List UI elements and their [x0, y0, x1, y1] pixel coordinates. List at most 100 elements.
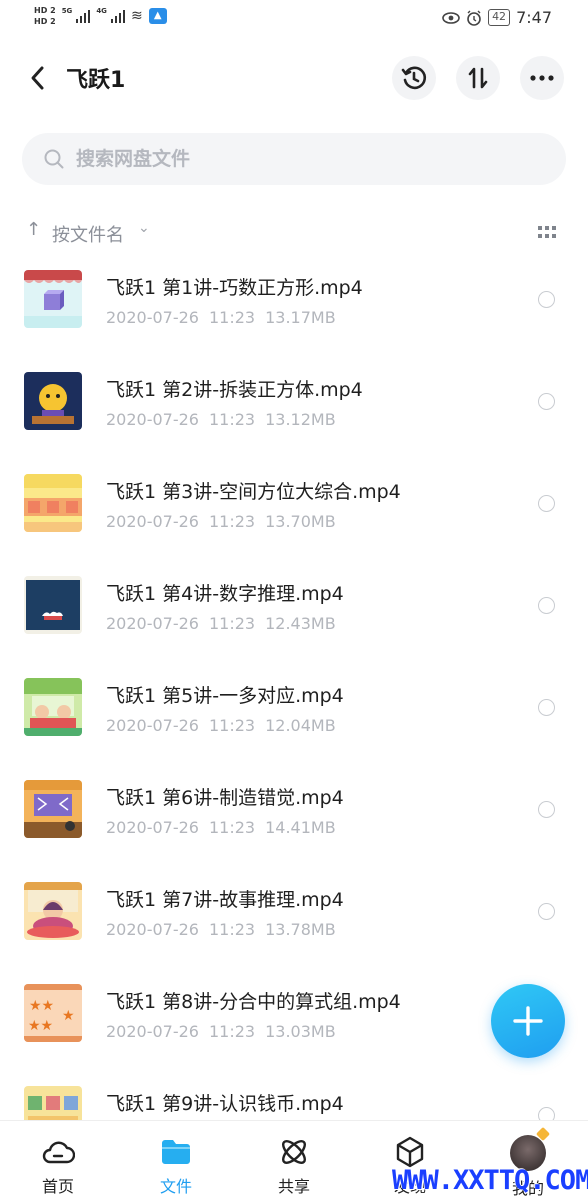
- file-time: 11:23: [208, 818, 256, 837]
- history-icon: [401, 66, 426, 90]
- file-list: 飞跃1 第1讲-巧数正方形.mp4 2020-07-26 11:23 13.17MB…: [0, 256, 588, 1120]
- video-thumbnail: [24, 270, 82, 328]
- watermark-text: WWW.XXTTQ.COM: [392, 1165, 588, 1196]
- file-row[interactable]: 飞跃1 第1讲-巧数正方形.mp4 2020-07-26 11:23 13.17MB: [0, 256, 588, 358]
- video-thumbnail: [24, 678, 82, 736]
- top-bar: 飞跃1: [0, 50, 588, 106]
- status-bar: HD 2 HD 2 5G 4G ≋ ▲ 42 7:47: [0, 0, 588, 36]
- network-5g-label: 5G: [61, 7, 73, 15]
- file-size: 13.03MB: [265, 1022, 336, 1041]
- video-thumbnail: ★★ ★★ ★: [24, 984, 82, 1042]
- file-size: 13.70MB: [265, 512, 336, 531]
- back-button[interactable]: [22, 60, 54, 96]
- video-thumbnail: [24, 882, 82, 940]
- file-time: 11:23: [208, 1022, 256, 1041]
- more-button[interactable]: [520, 56, 564, 100]
- file-name: 飞跃1 第4讲-数字推理.mp4: [106, 583, 344, 605]
- select-checkbox[interactable]: [538, 597, 555, 614]
- chevron-left-icon: [31, 66, 44, 90]
- file-date: 2020-07-26: [106, 920, 199, 939]
- select-checkbox[interactable]: [538, 801, 555, 818]
- arrow-up-icon: ↑: [26, 219, 42, 240]
- sort-by-filename[interactable]: 按文件名: [52, 221, 124, 247]
- sort-row: ↑ 按文件名 ⌄: [26, 218, 562, 246]
- svg-text:★★: ★★: [28, 1018, 53, 1034]
- folder-icon: [162, 1140, 190, 1164]
- file-size: 12.43MB: [265, 614, 336, 633]
- svg-text:★: ★: [62, 1008, 75, 1024]
- plus-icon: [513, 1006, 543, 1036]
- nav-files[interactable]: 文件: [136, 1135, 216, 1196]
- file-size: 14.41MB: [265, 818, 336, 837]
- file-row[interactable]: 飞跃1 第5讲-一多对应.mp4 2020-07-26 11:23 12.04MB: [0, 664, 588, 766]
- file-name: 飞跃1 第1讲-巧数正方形.mp4: [106, 277, 363, 299]
- file-size: 12.04MB: [265, 716, 336, 735]
- nav-share[interactable]: 共享: [254, 1135, 334, 1196]
- file-size: 13.17MB: [265, 308, 336, 327]
- select-checkbox[interactable]: [538, 291, 555, 308]
- atom-icon: [282, 1140, 306, 1164]
- cube-icon: [396, 1136, 424, 1168]
- wifi-icon: ≋: [130, 8, 143, 24]
- file-row[interactable]: 飞跃1 第2讲-拆装正方体.mp4 2020-07-26 11:23 13.12MB: [0, 358, 588, 460]
- search-bar[interactable]: [22, 133, 566, 185]
- video-thumbnail: [24, 780, 82, 838]
- file-name: 飞跃1 第8讲-分合中的算式组.mp4: [106, 991, 401, 1013]
- file-row[interactable]: 飞跃1 第7讲-故事推理.mp4 2020-07-26 11:23 13.78MB: [0, 868, 588, 970]
- file-date: 2020-07-26: [106, 1022, 199, 1041]
- nav-home[interactable]: 首页: [18, 1135, 98, 1196]
- video-thumbnail: [24, 474, 82, 532]
- status-right: 42 7:47: [442, 8, 552, 27]
- select-checkbox[interactable]: [538, 393, 555, 410]
- select-checkbox[interactable]: [538, 1107, 555, 1120]
- sort-button[interactable]: [456, 56, 500, 100]
- file-time: 11:23: [208, 410, 256, 429]
- file-meta: 2020-07-26 11:23 13.78MB: [106, 920, 336, 939]
- select-checkbox[interactable]: [538, 495, 555, 512]
- file-row[interactable]: 飞跃1 第9讲-认识钱币.mp4: [0, 1072, 588, 1120]
- alarm-icon: [467, 10, 481, 26]
- file-time: 11:23: [208, 308, 256, 327]
- select-checkbox[interactable]: [538, 699, 555, 716]
- signal-icon: [76, 9, 91, 23]
- file-name: 飞跃1 第2讲-拆装正方体.mp4: [106, 379, 363, 401]
- eye-icon: [442, 11, 460, 24]
- battery-icon: 42: [488, 9, 511, 26]
- more-dots-icon: [530, 75, 554, 81]
- signal-icon-2: [110, 9, 125, 23]
- status-left: HD 2 HD 2 5G 4G ≋ ▲: [34, 5, 167, 27]
- file-time: 11:23: [208, 920, 256, 939]
- network-4g-label: 4G: [96, 7, 107, 15]
- file-row[interactable]: 飞跃1 第3讲-空间方位大综合.mp4 2020-07-26 11:23 13.70…: [0, 460, 588, 562]
- file-time: 11:23: [208, 512, 256, 531]
- nav-share-label: 共享: [277, 1177, 310, 1196]
- file-name: 飞跃1 第3讲-空间方位大综合.mp4: [106, 481, 401, 503]
- page-title: 飞跃1: [66, 68, 126, 93]
- select-checkbox[interactable]: [538, 903, 555, 920]
- add-button[interactable]: [491, 984, 565, 1058]
- file-name: 飞跃1 第5讲-一多对应.mp4: [106, 685, 344, 707]
- hd-label-1: HD 2: [34, 6, 56, 15]
- file-name: 飞跃1 第6讲-制造错觉.mp4: [106, 787, 344, 809]
- hd-label-2: HD 2: [34, 17, 56, 26]
- nav-home-label: 首页: [41, 1177, 74, 1196]
- sort-arrows-icon: [468, 67, 488, 89]
- file-row[interactable]: 飞跃1 第4讲-数字推理.mp4 2020-07-26 11:23 12.43MB: [0, 562, 588, 664]
- file-date: 2020-07-26: [106, 308, 199, 327]
- grid-view-icon[interactable]: [538, 226, 556, 238]
- video-thumbnail: [24, 1086, 82, 1120]
- file-size: 13.12MB: [265, 410, 336, 429]
- file-meta: 2020-07-26 11:23 13.70MB: [106, 512, 336, 531]
- hd-indicator: HD 2 HD 2: [34, 5, 56, 27]
- search-icon: [44, 149, 64, 169]
- video-thumbnail: [24, 372, 82, 430]
- file-meta: 2020-07-26 11:23 13.17MB: [106, 308, 336, 327]
- cloud-icon: [42, 1141, 75, 1164]
- file-row[interactable]: 飞跃1 第6讲-制造错觉.mp4 2020-07-26 11:23 14.41MB: [0, 766, 588, 868]
- history-button[interactable]: [392, 56, 436, 100]
- file-name: 飞跃1 第9讲-认识钱币.mp4: [106, 1093, 344, 1115]
- file-meta: 2020-07-26 11:23 13.03MB: [106, 1022, 336, 1041]
- search-input[interactable]: [76, 133, 536, 185]
- chevron-down-icon[interactable]: ⌄: [138, 220, 150, 236]
- file-meta: 2020-07-26 11:23 12.43MB: [106, 614, 336, 633]
